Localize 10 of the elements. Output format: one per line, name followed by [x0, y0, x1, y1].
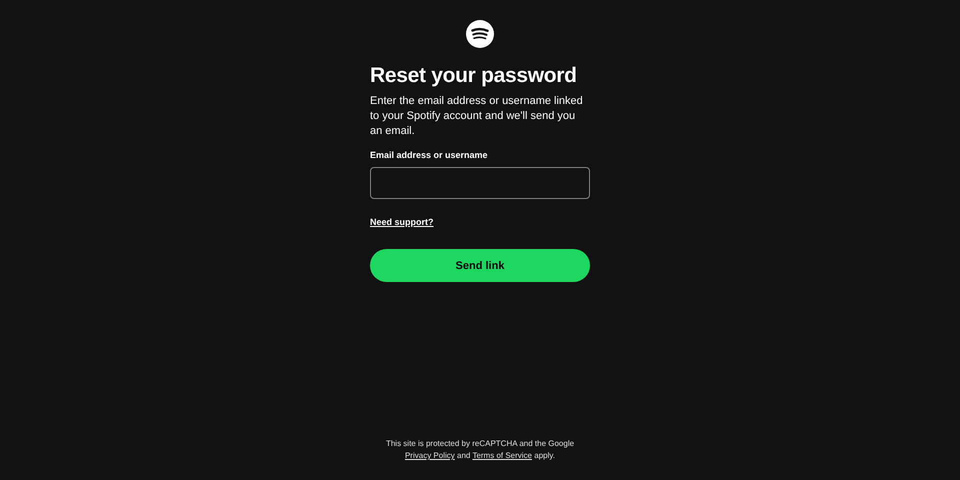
field-label: Email address or username [370, 150, 489, 160]
support-link[interactable]: Need support? [370, 217, 434, 227]
page-title: Reset your password [370, 64, 578, 88]
privacy-policy-link[interactable]: Privacy Policy [404, 451, 455, 460]
description: Enter the email address or username linked to your Spotify account and we'll send you an email. [370, 94, 584, 139]
terms-of-service-link[interactable]: Terms of Service [472, 451, 532, 460]
send-link-button[interactable]: Send link [370, 249, 590, 282]
recaptcha-notice: This site is protected by reCAPTCHA and the Google Privacy Policy and Terms of Service apply. [384, 438, 576, 462]
logo-icon [466, 20, 494, 48]
email-field[interactable] [370, 167, 590, 199]
